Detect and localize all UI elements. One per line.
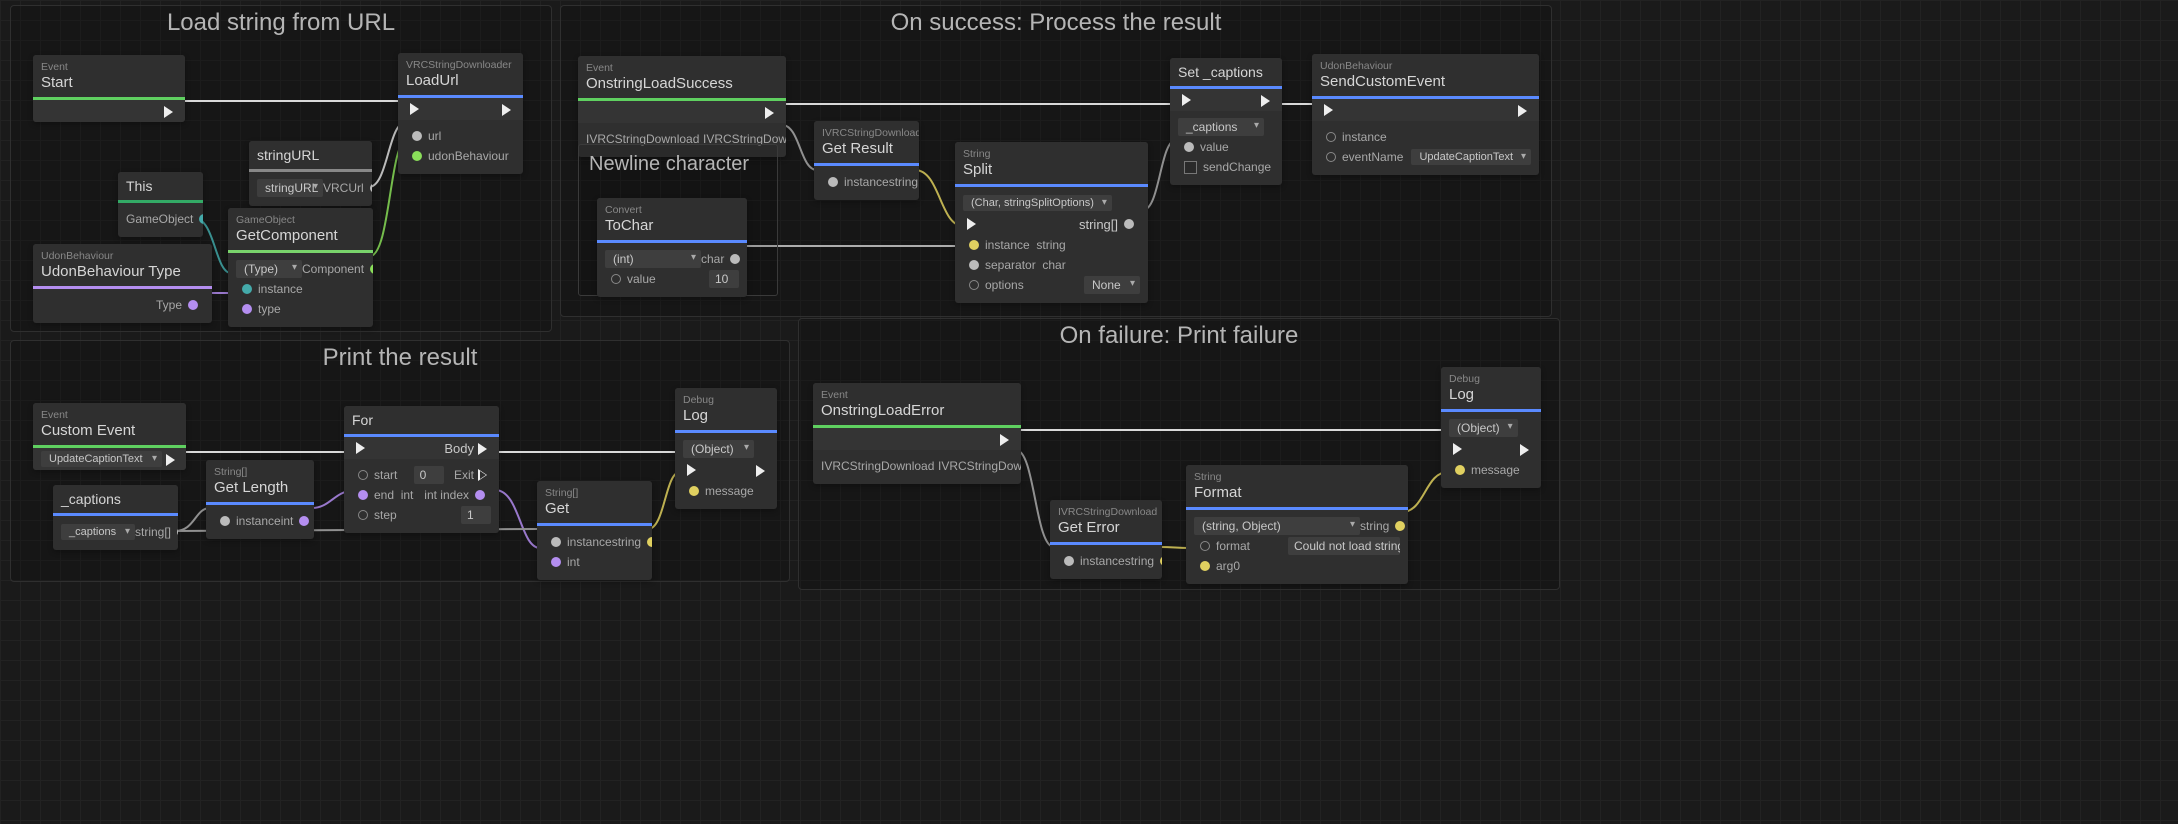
exec-out-icon[interactable] — [765, 107, 774, 119]
dropdown[interactable]: (Object) — [1449, 419, 1518, 437]
node-captions[interactable]: _captions _captions string[] — [53, 485, 178, 550]
node-custom-event[interactable]: EventCustom Event UpdateCaptionText — [33, 403, 186, 470]
node-for[interactable]: For Body start 0 Exit end int int index … — [344, 406, 499, 533]
dropdown[interactable]: None — [1084, 276, 1140, 294]
port-in-icon[interactable] — [969, 240, 979, 250]
dropdown[interactable]: (Char, stringSplitOptions) — [963, 195, 1112, 211]
port-in-icon[interactable] — [358, 470, 368, 480]
dropdown[interactable]: UpdateCaptionText — [1411, 149, 1531, 165]
node-debug-log-1[interactable]: DebugLog (Object) message — [675, 388, 777, 509]
value-input[interactable]: 1 — [461, 506, 491, 524]
node-split[interactable]: StringSplit (Char, stringSplitOptions) s… — [955, 142, 1148, 303]
node-udon-type[interactable]: UdonBehaviourUdonBehaviour Type Type — [33, 244, 212, 323]
port-out-icon[interactable] — [475, 490, 485, 500]
exec-out-icon[interactable] — [1518, 105, 1527, 117]
dropdown[interactable]: (Object) — [683, 440, 754, 458]
node-string-url[interactable]: stringURL stringURL VRCUrl — [249, 141, 372, 206]
dropdown[interactable]: (Type) — [236, 260, 302, 278]
port-in-icon[interactable] — [828, 177, 838, 187]
port-in-icon[interactable] — [358, 510, 368, 520]
exec-out-icon[interactable] — [166, 454, 175, 466]
port-in-icon[interactable] — [551, 537, 561, 547]
port-in-icon[interactable] — [1326, 152, 1336, 162]
exec-out-icon[interactable] — [1520, 444, 1529, 456]
exec-in-icon[interactable] — [410, 103, 419, 115]
dropdown[interactable]: stringURL — [257, 179, 323, 197]
port-out-icon[interactable] — [370, 264, 373, 274]
port-out-icon[interactable] — [199, 214, 203, 224]
exec-out-icon[interactable] — [502, 104, 511, 116]
node-debug-log-2[interactable]: DebugLog (Object) message — [1441, 367, 1541, 488]
dropdown[interactable]: UpdateCaptionText — [41, 451, 162, 467]
group-title: Print the result — [11, 338, 789, 372]
port-in-icon[interactable] — [242, 284, 252, 294]
value-input[interactable]: 0 — [414, 466, 444, 484]
dropdown[interactable]: _captions — [1178, 118, 1264, 136]
port-out-icon[interactable] — [370, 183, 372, 193]
node-get-component[interactable]: GameObjectGetComponent (Type) Component … — [228, 208, 373, 327]
port-in-icon[interactable] — [1064, 556, 1074, 566]
exec-out-icon[interactable] — [164, 106, 173, 118]
node-on-success[interactable]: EventOnstringLoadSuccess IVRCStringDownl… — [578, 56, 786, 157]
exec-in-icon[interactable] — [967, 218, 976, 230]
exec-out-icon[interactable] — [478, 443, 487, 455]
port-in-icon[interactable] — [1326, 132, 1336, 142]
port-out-icon[interactable] — [1395, 521, 1405, 531]
exec-out-icon[interactable] — [756, 465, 765, 477]
port-out-icon[interactable] — [177, 527, 178, 537]
exec-in-icon[interactable] — [1182, 94, 1191, 106]
exec-out-icon[interactable] — [1261, 95, 1270, 107]
port-in-icon[interactable] — [1455, 465, 1465, 475]
node-format[interactable]: StringFormat (string, Object) string for… — [1186, 465, 1408, 584]
dropdown[interactable]: _captions — [61, 524, 135, 540]
exec-out-icon[interactable] — [478, 469, 487, 481]
group-title: Load string from URL — [11, 3, 551, 37]
port-in-icon[interactable] — [551, 557, 561, 567]
port-in-icon[interactable] — [611, 274, 621, 284]
node-on-error[interactable]: EventOnstringLoadError IVRCStringDownloa… — [813, 383, 1021, 484]
node-send-custom-event[interactable]: UdonBehaviourSendCustomEvent instance ev… — [1312, 54, 1539, 175]
value-input[interactable]: Could not load string: {0} — [1288, 537, 1400, 555]
value-input[interactable]: 10 — [709, 270, 739, 288]
exec-in-icon[interactable] — [1453, 443, 1462, 455]
exec-in-icon[interactable] — [687, 464, 696, 476]
port-out-icon[interactable] — [1124, 219, 1134, 229]
port-in-icon[interactable] — [1184, 142, 1194, 152]
port-in-icon[interactable] — [969, 280, 979, 290]
port-out-icon[interactable] — [299, 516, 309, 526]
group-title: On success: Process the result — [561, 3, 1551, 37]
port-in-icon[interactable] — [412, 131, 422, 141]
dropdown[interactable]: (string, Object) — [1194, 517, 1360, 535]
port-in-icon[interactable] — [358, 490, 368, 500]
exec-in-icon[interactable] — [356, 442, 365, 454]
port-out-icon[interactable] — [730, 254, 740, 264]
port-in-icon[interactable] — [412, 151, 422, 161]
port-in-icon[interactable] — [1200, 561, 1210, 571]
node-get-result[interactable]: IVRCStringDownloadGet Result instance st… — [814, 121, 919, 200]
port-in-icon[interactable] — [242, 304, 252, 314]
port-in-icon[interactable] — [1200, 541, 1210, 551]
node-start[interactable]: EventStart — [33, 55, 185, 122]
group-title: On failure: Print failure — [799, 316, 1559, 350]
exec-out-icon[interactable] — [1000, 434, 1009, 446]
node-array-get[interactable]: String[]Get instance string int — [537, 481, 652, 580]
port-in-icon[interactable] — [969, 260, 979, 270]
exec-in-icon[interactable] — [1324, 104, 1333, 116]
port-out-icon[interactable] — [647, 537, 652, 547]
node-set-captions[interactable]: Set _captions _captions value sendChange — [1170, 58, 1282, 185]
node-load-url[interactable]: VRCStringDownloaderLoadUrl url udonBehav… — [398, 53, 523, 174]
dropdown[interactable]: (int) — [605, 250, 701, 268]
node-to-char[interactable]: ConvertToChar (int) char value 10 — [597, 198, 747, 297]
port-out-icon[interactable] — [1160, 556, 1162, 566]
checkbox[interactable] — [1184, 161, 1197, 174]
node-get-length[interactable]: String[]Get Length instance int — [206, 460, 314, 539]
node-get-error[interactable]: IVRCStringDownloadGet Error instance str… — [1050, 500, 1162, 579]
port-out-icon[interactable] — [188, 300, 198, 310]
port-in-icon[interactable] — [220, 516, 230, 526]
node-this[interactable]: This GameObject — [118, 172, 203, 237]
port-in-icon[interactable] — [689, 486, 699, 496]
